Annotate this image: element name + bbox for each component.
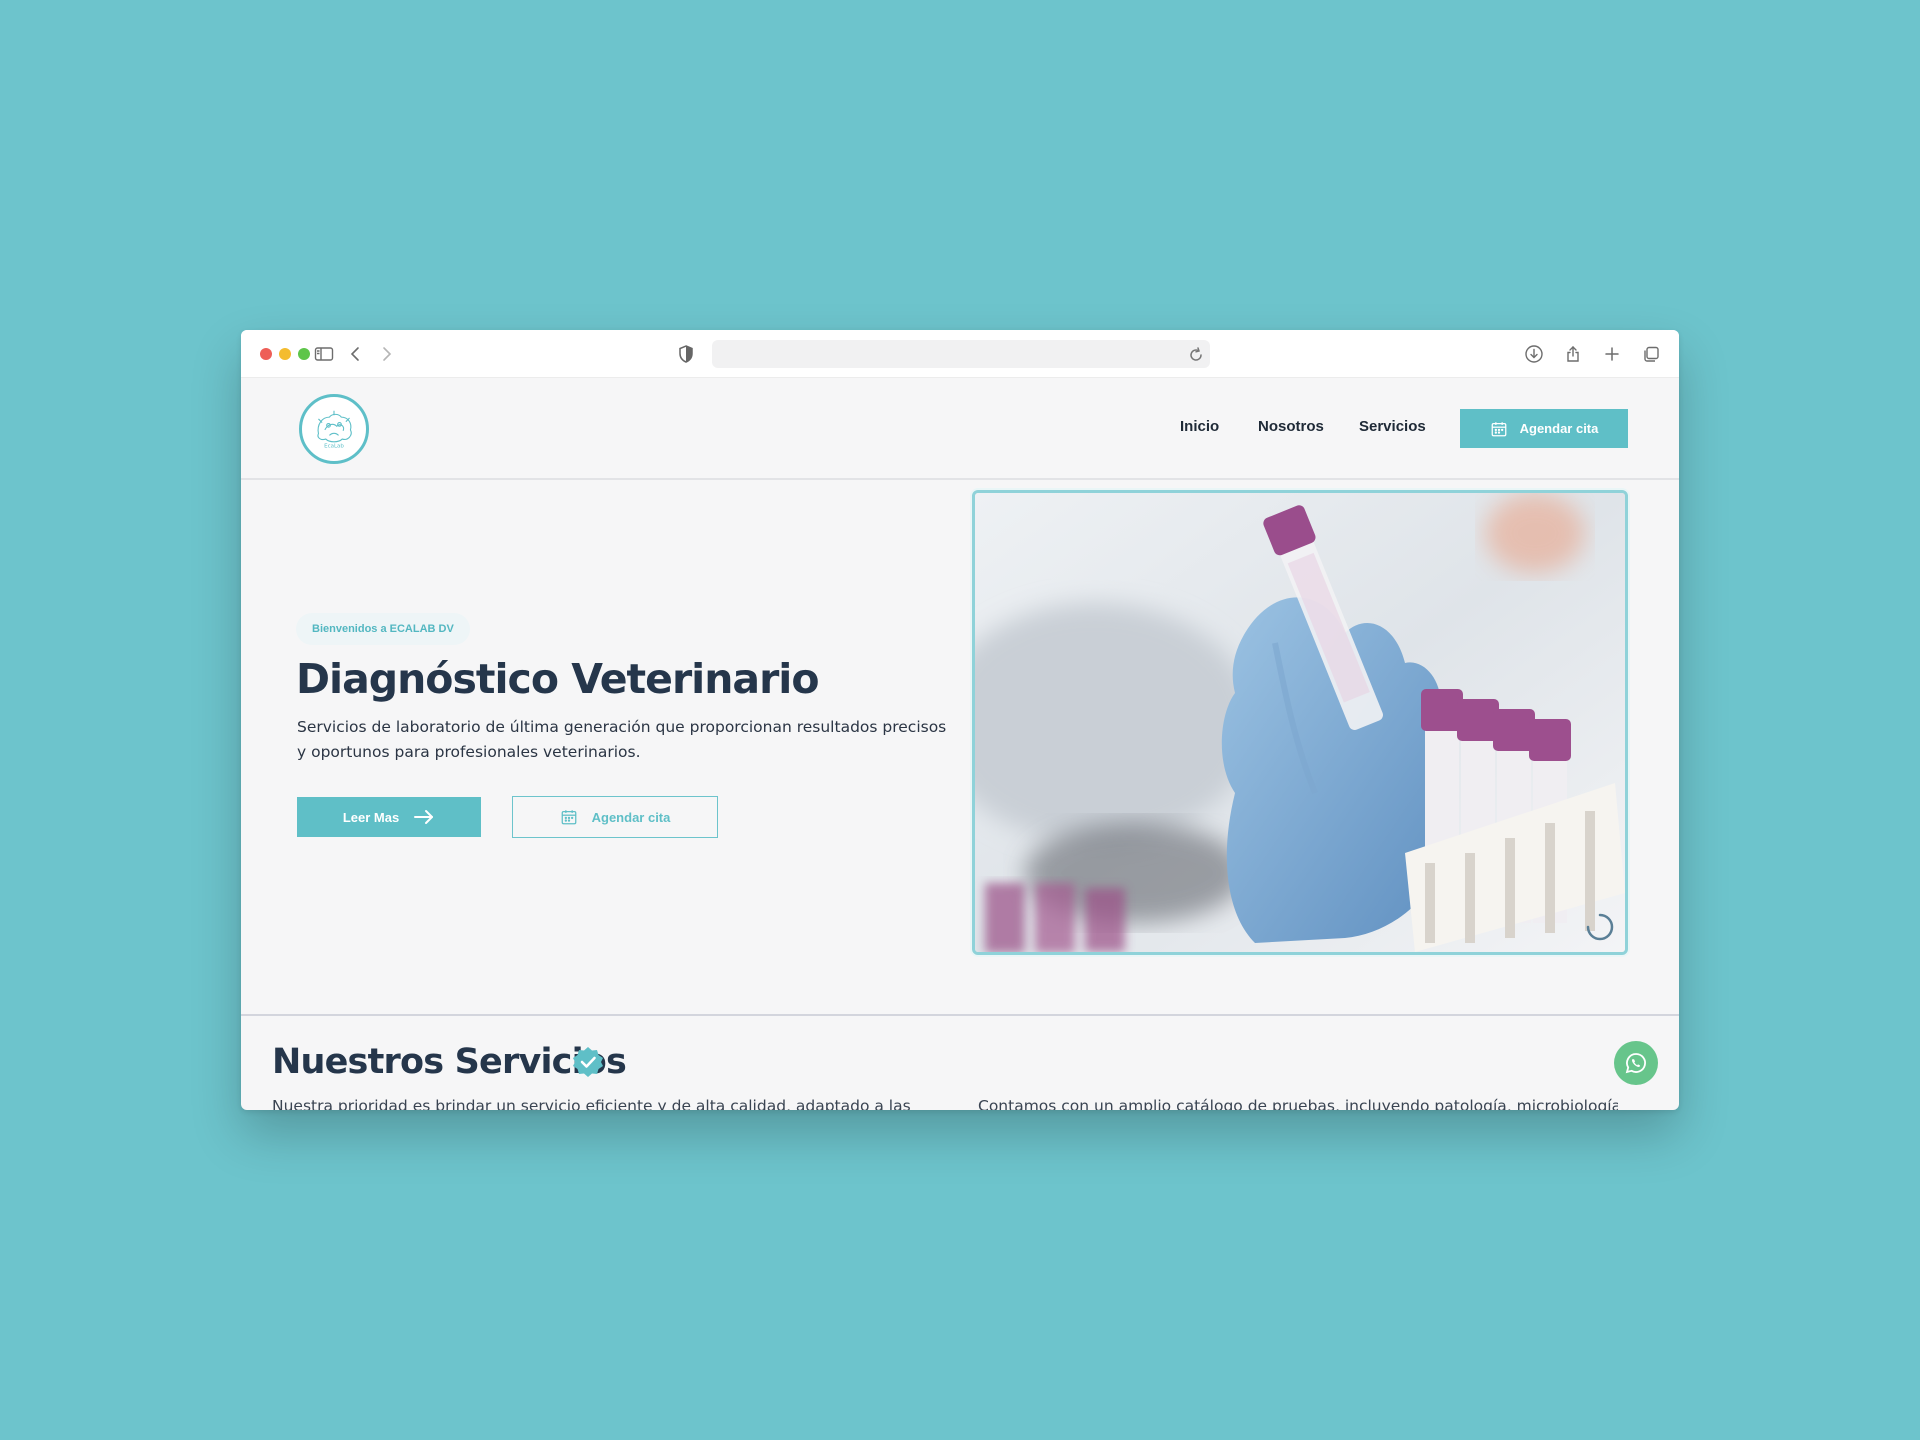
browser-window: EcaLab Inicio Nosotros Servicios Agendar… [241,330,1679,1110]
tab-overview-icon[interactable] [1640,343,1662,365]
share-icon[interactable] [1562,343,1584,365]
ecalab-logo[interactable]: EcaLab [299,394,369,464]
nav-inicio[interactable]: Inicio [1180,418,1219,435]
loading-spinner-icon [1586,913,1614,941]
services-intro-left: Nuestra prioridad es brindar un servicio… [272,1097,911,1110]
forward-arrow-icon[interactable] [375,343,397,365]
back-arrow-icon[interactable] [345,343,367,365]
hero-lab-image [972,490,1628,955]
calendar-icon [561,810,577,825]
privacy-shield-icon[interactable] [675,343,697,365]
nav-nosotros[interactable]: Nosotros [1258,418,1324,435]
minimize-window-button[interactable] [279,348,291,360]
logo-emblem-icon: EcaLab [317,410,352,449]
lab-test-tubes-image [975,493,1625,952]
new-tab-icon[interactable] [1601,343,1623,365]
whatsapp-button[interactable] [1614,1041,1658,1085]
download-icon[interactable] [1523,343,1545,365]
services-intro-right: Contamos con un amplio catálogo de prueb… [978,1097,1618,1110]
nav-servicios[interactable]: Servicios [1359,418,1426,435]
address-bar[interactable] [712,340,1210,368]
svg-text:EcaLab: EcaLab [324,443,344,449]
browser-toolbar [241,330,1679,378]
leer-mas-button[interactable]: Leer Mas [297,797,481,837]
close-window-button[interactable] [260,348,272,360]
welcome-badge: Bienvenidos a ECALAB DV [296,613,470,645]
site-header: EcaLab Inicio Nosotros Servicios Agendar… [241,378,1679,480]
calendar-icon [1491,421,1507,436]
hero-title: Diagnóstico Veterinario [296,655,820,703]
section-divider [241,1014,1679,1016]
header-agendar-cita-button[interactable]: Agendar cita [1460,409,1628,448]
leer-mas-label: Leer Mas [342,809,400,825]
arrow-right-icon [414,810,434,824]
reload-icon[interactable] [1185,344,1205,364]
sidebar-toggle-icon[interactable] [313,343,335,365]
header-agendar-cita-label: Agendar cita [1519,421,1599,436]
whatsapp-icon [1625,1053,1646,1074]
hero-agendar-cita-button[interactable]: Agendar cita [512,796,718,838]
hero-agendar-cita-label: Agendar cita [591,809,671,825]
maximize-window-button[interactable] [298,348,310,360]
verified-badge-icon [573,1047,603,1077]
hero-description: Servicios de laboratorio de última gener… [297,718,947,761]
